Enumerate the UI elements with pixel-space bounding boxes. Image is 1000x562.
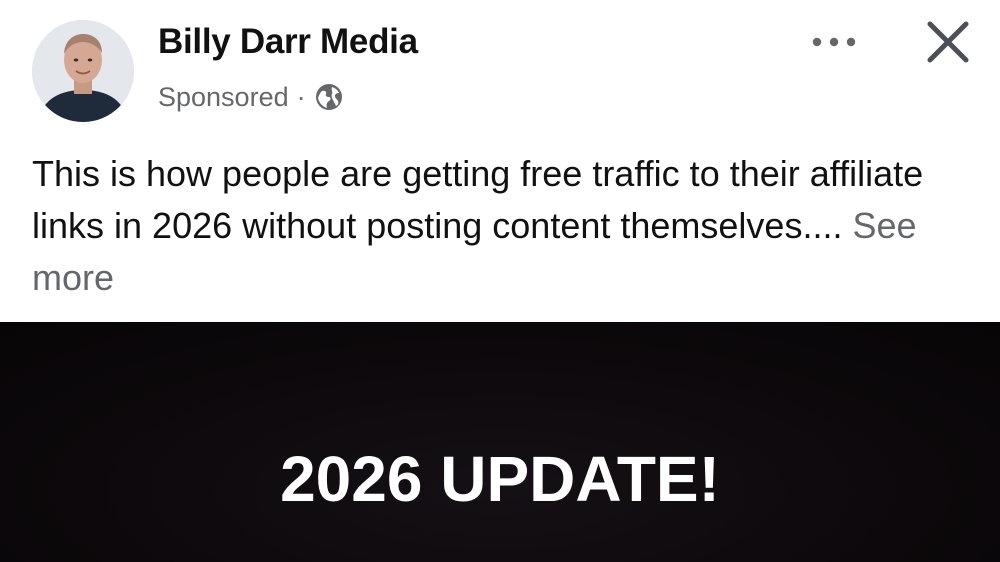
more-options-icon <box>812 37 856 47</box>
close-icon <box>927 21 969 63</box>
post-body-text: This is how people are getting free traf… <box>32 153 924 246</box>
meta-separator: · <box>296 81 306 112</box>
post-meta: Sponsored · <box>158 79 344 115</box>
sponsored-post: Billy Darr Media Sponsored · This is how… <box>0 0 1000 562</box>
globe-icon <box>314 82 344 112</box>
page-name[interactable]: Billy Darr Media <box>158 22 418 62</box>
sponsored-label[interactable]: Sponsored <box>158 82 289 113</box>
post-media[interactable]: 2026 UPDATE! <box>0 322 1000 562</box>
avatar[interactable] <box>32 20 134 122</box>
close-button[interactable] <box>918 12 978 72</box>
media-headline: 2026 UPDATE! <box>280 443 720 515</box>
more-options-button[interactable] <box>806 24 862 60</box>
post-text: This is how people are getting free traf… <box>32 148 972 304</box>
